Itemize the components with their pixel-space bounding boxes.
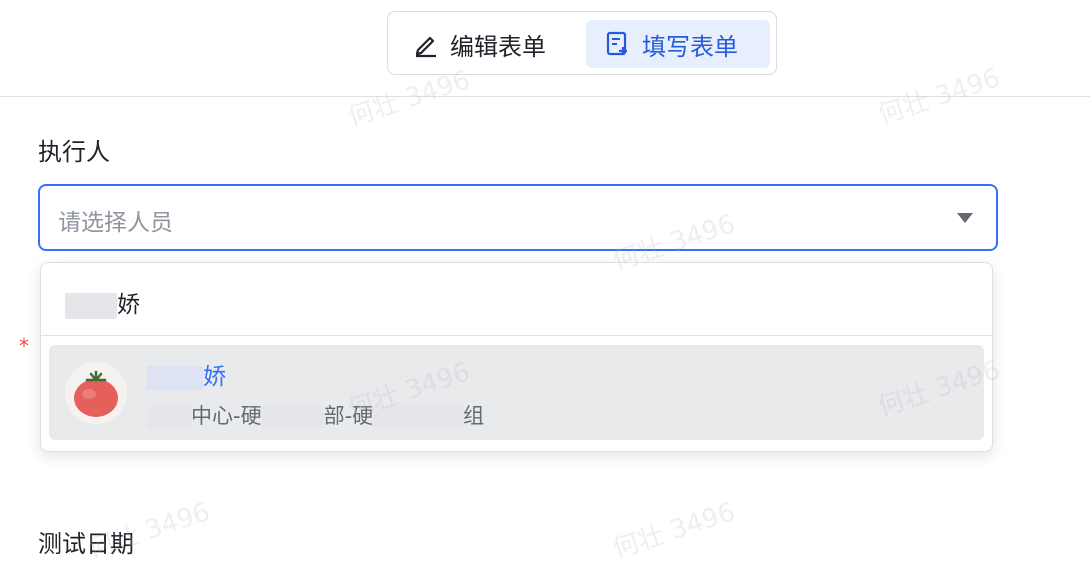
person-option[interactable]: 娇 中心-硬 部-硬 组 — [49, 345, 984, 440]
search-input[interactable]: 娇 — [65, 285, 140, 319]
required-mark: * — [19, 334, 29, 358]
caret-down-icon[interactable] — [957, 213, 973, 223]
dept-part-3: 组 — [463, 404, 485, 428]
executor-select[interactable]: 请选择人员 — [38, 184, 998, 251]
avatar — [65, 362, 127, 424]
dept-part-2: 部-硬 — [323, 404, 374, 428]
fill-form-button[interactable]: 填写表单 — [586, 20, 770, 68]
watermark: 何壮 3496 — [609, 497, 739, 565]
redacted-text — [147, 406, 191, 428]
edit-form-button[interactable]: 编辑表单 — [402, 20, 572, 68]
select-placeholder: 请选择人员 — [58, 210, 173, 236]
option-name: 娇 — [147, 357, 226, 391]
form-fill-icon — [606, 31, 627, 56]
option-name-text: 娇 — [203, 364, 226, 390]
redacted-text — [65, 292, 117, 319]
search-value: 娇 — [117, 292, 140, 318]
tomato-avatar — [65, 362, 127, 424]
edit-form-label: 编辑表单 — [450, 32, 546, 61]
redacted-text — [261, 406, 324, 428]
option-department: 中心-硬 部-硬 组 — [147, 400, 484, 430]
redacted-text — [147, 365, 203, 390]
next-field-label: 测试日期 — [38, 530, 134, 558]
person-dropdown: 娇 娇 中心-硬 部-硬 组 — [40, 262, 993, 452]
fill-form-label: 填写表单 — [642, 32, 738, 61]
executor-label: 执行人 — [38, 138, 110, 166]
dropdown-search[interactable]: 娇 — [41, 263, 992, 336]
pencil-icon — [415, 36, 436, 58]
top-bar: 编辑表单 填写表单 — [0, 0, 1090, 97]
dept-part-1: 中心-硬 — [191, 404, 262, 428]
redacted-text — [373, 406, 464, 428]
mode-switch: 编辑表单 填写表单 — [387, 11, 777, 75]
